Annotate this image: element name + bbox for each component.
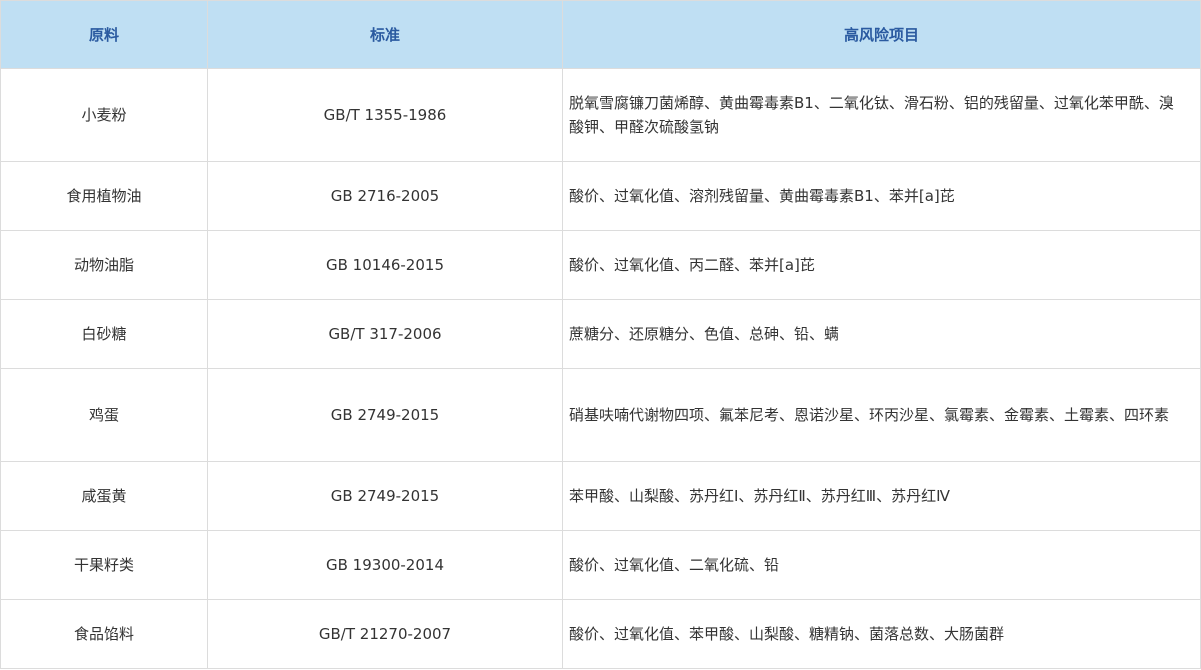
cell-standard: GB/T 317-2006 xyxy=(207,299,563,369)
cell-risks: 脱氧雪腐镰刀菌烯醇、黄曲霉毒素B1、二氧化钛、滑石粉、铝的残留量、过氧化苯甲酰、… xyxy=(562,68,1201,162)
table-header-row: 原料 标准 高风险项目 xyxy=(0,0,1201,69)
cell-material: 鸡蛋 xyxy=(0,368,208,462)
table-row: 食品馅料 GB/T 21270-2007 酸价、过氧化值、苯甲酸、山梨酸、糖精钠… xyxy=(0,599,1201,669)
table-row: 动物油脂 GB 10146-2015 酸价、过氧化值、丙二醛、苯并[a]芘 xyxy=(0,230,1201,300)
table-row: 小麦粉 GB/T 1355-1986 脱氧雪腐镰刀菌烯醇、黄曲霉毒素B1、二氧化… xyxy=(0,68,1201,162)
cell-standard: GB/T 1355-1986 xyxy=(207,68,563,162)
table-row: 咸蛋黄 GB 2749-2015 苯甲酸、山梨酸、苏丹红Ⅰ、苏丹红Ⅱ、苏丹红Ⅲ、… xyxy=(0,461,1201,531)
cell-standard: GB 19300-2014 xyxy=(207,530,563,600)
cell-standard: GB 10146-2015 xyxy=(207,230,563,300)
cell-standard: GB 2749-2015 xyxy=(207,461,563,531)
standards-table: 原料 标准 高风险项目 小麦粉 GB/T 1355-1986 脱氧雪腐镰刀菌烯醇… xyxy=(0,0,1201,669)
cell-risks: 酸价、过氧化值、丙二醛、苯并[a]芘 xyxy=(562,230,1201,300)
cell-material: 咸蛋黄 xyxy=(0,461,208,531)
cell-risks: 苯甲酸、山梨酸、苏丹红Ⅰ、苏丹红Ⅱ、苏丹红Ⅲ、苏丹红Ⅳ xyxy=(562,461,1201,531)
cell-risks: 酸价、过氧化值、苯甲酸、山梨酸、糖精钠、菌落总数、大肠菌群 xyxy=(562,599,1201,669)
cell-material: 动物油脂 xyxy=(0,230,208,300)
table-row: 白砂糖 GB/T 317-2006 蔗糖分、还原糖分、色值、总砷、铅、螨 xyxy=(0,299,1201,369)
header-standard: 标准 xyxy=(207,0,563,69)
cell-risks: 蔗糖分、还原糖分、色值、总砷、铅、螨 xyxy=(562,299,1201,369)
cell-risks: 硝基呋喃代谢物四项、氟苯尼考、恩诺沙星、环丙沙星、氯霉素、金霉素、土霉素、四环素 xyxy=(562,368,1201,462)
table-row: 干果籽类 GB 19300-2014 酸价、过氧化值、二氧化硫、铅 xyxy=(0,530,1201,600)
cell-material: 食用植物油 xyxy=(0,161,208,231)
header-risks: 高风险项目 xyxy=(562,0,1201,69)
header-material: 原料 xyxy=(0,0,208,69)
cell-standard: GB/T 21270-2007 xyxy=(207,599,563,669)
cell-standard: GB 2716-2005 xyxy=(207,161,563,231)
table-row: 鸡蛋 GB 2749-2015 硝基呋喃代谢物四项、氟苯尼考、恩诺沙星、环丙沙星… xyxy=(0,368,1201,462)
cell-material: 干果籽类 xyxy=(0,530,208,600)
table-row: 食用植物油 GB 2716-2005 酸价、过氧化值、溶剂残留量、黄曲霉毒素B1… xyxy=(0,161,1201,231)
cell-standard: GB 2749-2015 xyxy=(207,368,563,462)
cell-risks: 酸价、过氧化值、溶剂残留量、黄曲霉毒素B1、苯并[a]芘 xyxy=(562,161,1201,231)
cell-risks: 酸价、过氧化值、二氧化硫、铅 xyxy=(562,530,1201,600)
cell-material: 小麦粉 xyxy=(0,68,208,162)
cell-material: 食品馅料 xyxy=(0,599,208,669)
cell-material: 白砂糖 xyxy=(0,299,208,369)
